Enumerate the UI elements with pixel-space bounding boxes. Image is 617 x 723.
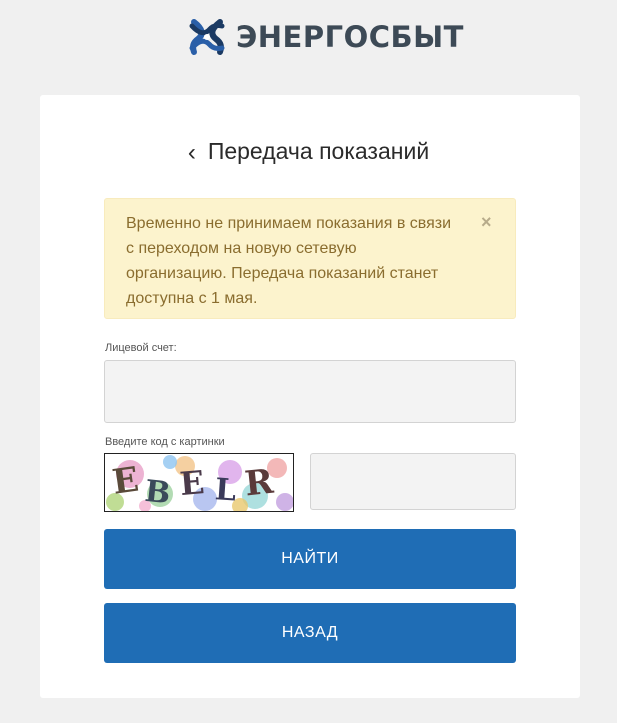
captcha-image: E B E L R — [104, 453, 294, 512]
captcha-letter: B — [143, 474, 172, 511]
find-button[interactable]: НАЙТИ — [104, 529, 516, 589]
brand-logo[interactable]: ЭНЕРГОСБЫТ — [186, 16, 464, 58]
captcha-letter: E — [110, 460, 141, 503]
captcha-input[interactable] — [310, 453, 516, 510]
warning-alert: Временно не принимаем показания в связи … — [104, 198, 516, 319]
alert-message: Временно не принимаем показания в связи … — [126, 215, 452, 307]
page-title: Передача показаний — [207, 138, 430, 164]
captcha-letter: R — [243, 462, 276, 505]
close-icon[interactable]: × — [481, 213, 492, 231]
brand-name: ЭНЕРГОСБЫТ — [236, 20, 464, 54]
account-number-input[interactable] — [104, 360, 516, 423]
back-button[interactable]: НАЗАД — [104, 603, 516, 663]
energosbyt-logo-icon — [189, 19, 225, 55]
captcha-label: Введите код с картинки — [105, 436, 225, 448]
page-title-row: ‹ Передача показаний — [0, 138, 617, 166]
header: ЭНЕРГОСБЫТ — [0, 0, 617, 95]
chevron-left-icon[interactable]: ‹ — [188, 139, 196, 167]
account-label: Лицевой счет: — [105, 342, 177, 354]
captcha-letter: L — [214, 472, 237, 508]
captcha-letter: E — [178, 463, 206, 503]
